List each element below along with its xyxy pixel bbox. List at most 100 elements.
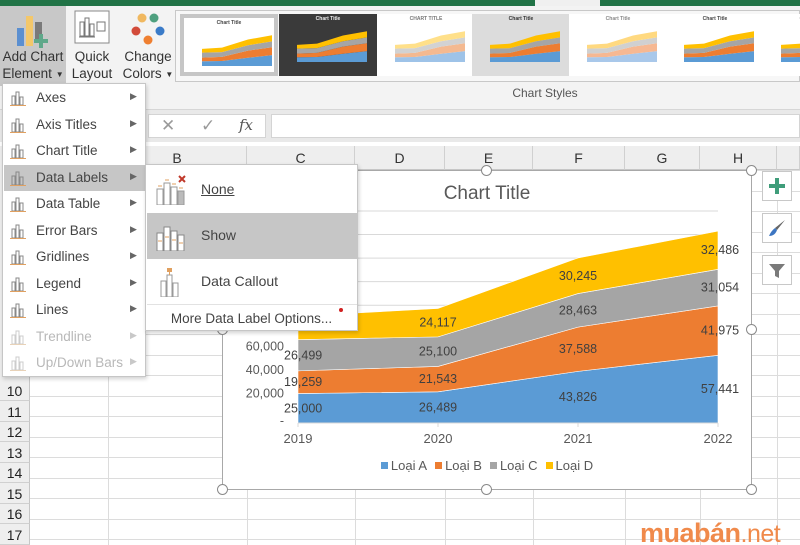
up-down-bars-icon xyxy=(10,356,26,371)
chart-style-thumbnail[interactable]: Chart Title xyxy=(666,14,764,76)
row-header-15[interactable]: 15 xyxy=(0,483,30,504)
gridlines-icon xyxy=(10,250,26,265)
thumbnail-title: CHART TITLE xyxy=(409,16,443,22)
x-tick-label: 2019 xyxy=(284,431,313,446)
formula-input[interactable] xyxy=(271,114,800,138)
menu-item-lines[interactable]: Lines ▶ xyxy=(4,297,145,323)
chart-filters-button[interactable] xyxy=(762,255,792,285)
cancel-icon[interactable]: ✕ xyxy=(161,116,175,136)
chart-title-icon xyxy=(10,144,26,159)
row-header-13[interactable]: 13 xyxy=(0,442,30,463)
row-header-10[interactable]: 10 xyxy=(0,381,30,401)
menu-item-chart-title[interactable]: Chart Title ▶ xyxy=(4,138,145,164)
data-label[interactable]: 30,245 xyxy=(559,269,597,283)
data-label[interactable]: 26,499 xyxy=(284,348,322,362)
chart-style-thumbnail[interactable]: CHART TITLE xyxy=(377,14,475,76)
submenu-arrow-icon: ▶ xyxy=(130,329,137,340)
row-header-16[interactable]: 16 xyxy=(0,504,30,524)
column-header-i[interactable] xyxy=(777,146,800,170)
chart-style-thumbnail[interactable]: Chart Title xyxy=(279,14,377,76)
data-label[interactable]: 43,826 xyxy=(559,390,597,404)
y-tick-label: 60,000 xyxy=(246,339,284,353)
legend-item[interactable]: Loại D xyxy=(545,458,593,473)
data-label[interactable]: 25,100 xyxy=(419,345,457,359)
resize-handle-bottom-left[interactable] xyxy=(217,484,228,495)
chart-elements-button[interactable] xyxy=(762,171,792,201)
resize-handle-right[interactable] xyxy=(746,324,757,335)
menu-item-axes[interactable]: Axes ▶ xyxy=(4,85,145,111)
data-label[interactable]: 37,588 xyxy=(559,342,597,356)
row-header-17[interactable]: 17 xyxy=(0,524,30,545)
data-label[interactable]: 26,489 xyxy=(419,400,457,414)
submenu-item-none[interactable]: None xyxy=(147,167,357,213)
data-label[interactable]: 57,441 xyxy=(701,382,739,396)
legend-label: Loại C xyxy=(499,458,538,473)
data-label[interactable]: 25,000 xyxy=(284,401,322,415)
submenu-arrow-icon: ▶ xyxy=(130,356,137,366)
resize-handle-bottom-right[interactable] xyxy=(746,484,757,495)
add-chart-element-label: Add Chart Element ▼ xyxy=(2,49,64,81)
data-label[interactable]: 41,975 xyxy=(701,324,739,338)
legend-item[interactable]: Loại B xyxy=(435,458,482,473)
data-label[interactable]: 24,117 xyxy=(419,316,456,330)
x-tick-label: 2022 xyxy=(704,431,733,446)
legend-swatch xyxy=(545,462,553,469)
menu-item-up-down-bars: Up/Down Bars ▶ xyxy=(4,350,145,376)
row-header-11[interactable]: 11 xyxy=(0,401,30,422)
row-header-14[interactable]: 14 xyxy=(0,463,30,483)
quick-layout-button[interactable]: QuickLayout ▼ xyxy=(68,6,116,96)
data-label[interactable]: 28,463 xyxy=(559,303,597,317)
data-labels-icon xyxy=(10,171,26,186)
menu-item-axis-titles[interactable]: Axis Titles ▶ xyxy=(4,112,145,138)
change-colors-label: Change Colors ▼ xyxy=(122,49,174,81)
resize-handle-bottom[interactable] xyxy=(481,484,492,495)
legend-swatch xyxy=(380,462,388,469)
resize-handle-top[interactable] xyxy=(481,165,492,176)
column-header-f[interactable]: F xyxy=(533,146,625,170)
menu-item-legend[interactable]: Legend ▶ xyxy=(4,271,145,297)
menu-item-data-table[interactable]: Data Table ▶ xyxy=(4,191,145,217)
submenu-item-data-callout[interactable]: Data Callout xyxy=(147,259,357,305)
legend-item[interactable]: Loại C xyxy=(489,458,538,473)
chart-styles-button[interactable] xyxy=(762,213,792,243)
resize-handle-top-right[interactable] xyxy=(746,165,757,176)
plus-icon xyxy=(769,178,785,194)
chart-style-thumbnail[interactable]: Chart Title xyxy=(472,14,570,76)
legend-item[interactable]: Loại A xyxy=(380,458,427,473)
thumbnail-chart xyxy=(297,31,367,62)
thumbnail-chart xyxy=(587,31,657,62)
thumbnail-chart xyxy=(781,43,800,62)
insert-function-icon[interactable]: fx xyxy=(239,116,253,134)
submenu-item-show[interactable]: Show xyxy=(147,213,357,259)
menu-item-data-labels[interactable]: Data Labels ▶ xyxy=(4,164,145,191)
data-label[interactable]: 21,543 xyxy=(419,372,457,386)
chart-style-thumbnail[interactable]: Chart Title xyxy=(763,14,800,76)
paintbrush-icon xyxy=(769,220,785,236)
row-header-12[interactable]: 12 xyxy=(0,422,30,442)
submenu-arrow-icon: ▶ xyxy=(130,117,137,128)
more-data-label-options[interactable]: More Data Label Options... xyxy=(146,311,357,326)
chart-legend[interactable]: Loại A Loại B Loại C Loại D xyxy=(223,458,751,473)
menu-item-label: Up/Down Bars xyxy=(36,355,124,370)
menu-item-gridlines[interactable]: Gridlines ▶ xyxy=(4,244,145,270)
chart-style-thumbnail[interactable]: Chart Title xyxy=(180,14,278,76)
change-colors-button[interactable]: Change Colors ▼ xyxy=(122,6,174,86)
thumbnail-title: Chart Title xyxy=(702,16,728,22)
data-label[interactable]: 19,259 xyxy=(284,375,322,389)
add-chart-element-button[interactable]: Add Chart Element ▼ xyxy=(0,6,66,86)
menu-item-label: Chart Title xyxy=(36,143,98,158)
column-header-g[interactable]: G xyxy=(625,146,700,170)
chart-styles-gallery: Chart Title Chart Title CHART TITLE Chart T… xyxy=(175,10,800,82)
chart-style-thumbnail[interactable]: Chart Title xyxy=(569,14,667,76)
column-header-h[interactable]: H xyxy=(700,146,777,170)
notification-dot xyxy=(339,308,343,312)
enter-icon[interactable]: ✓ xyxy=(201,116,215,136)
column-header-d[interactable]: D xyxy=(355,146,445,170)
legend-icon xyxy=(10,277,26,292)
data-label[interactable]: 31,054 xyxy=(701,281,739,295)
axis-titles-icon xyxy=(10,118,26,133)
legend-label: Loại B xyxy=(445,458,482,473)
x-tick-label: 2020 xyxy=(424,431,453,446)
menu-item-error-bars[interactable]: Error Bars ▶ xyxy=(4,218,145,244)
data-label[interactable]: 32,486 xyxy=(701,243,739,257)
